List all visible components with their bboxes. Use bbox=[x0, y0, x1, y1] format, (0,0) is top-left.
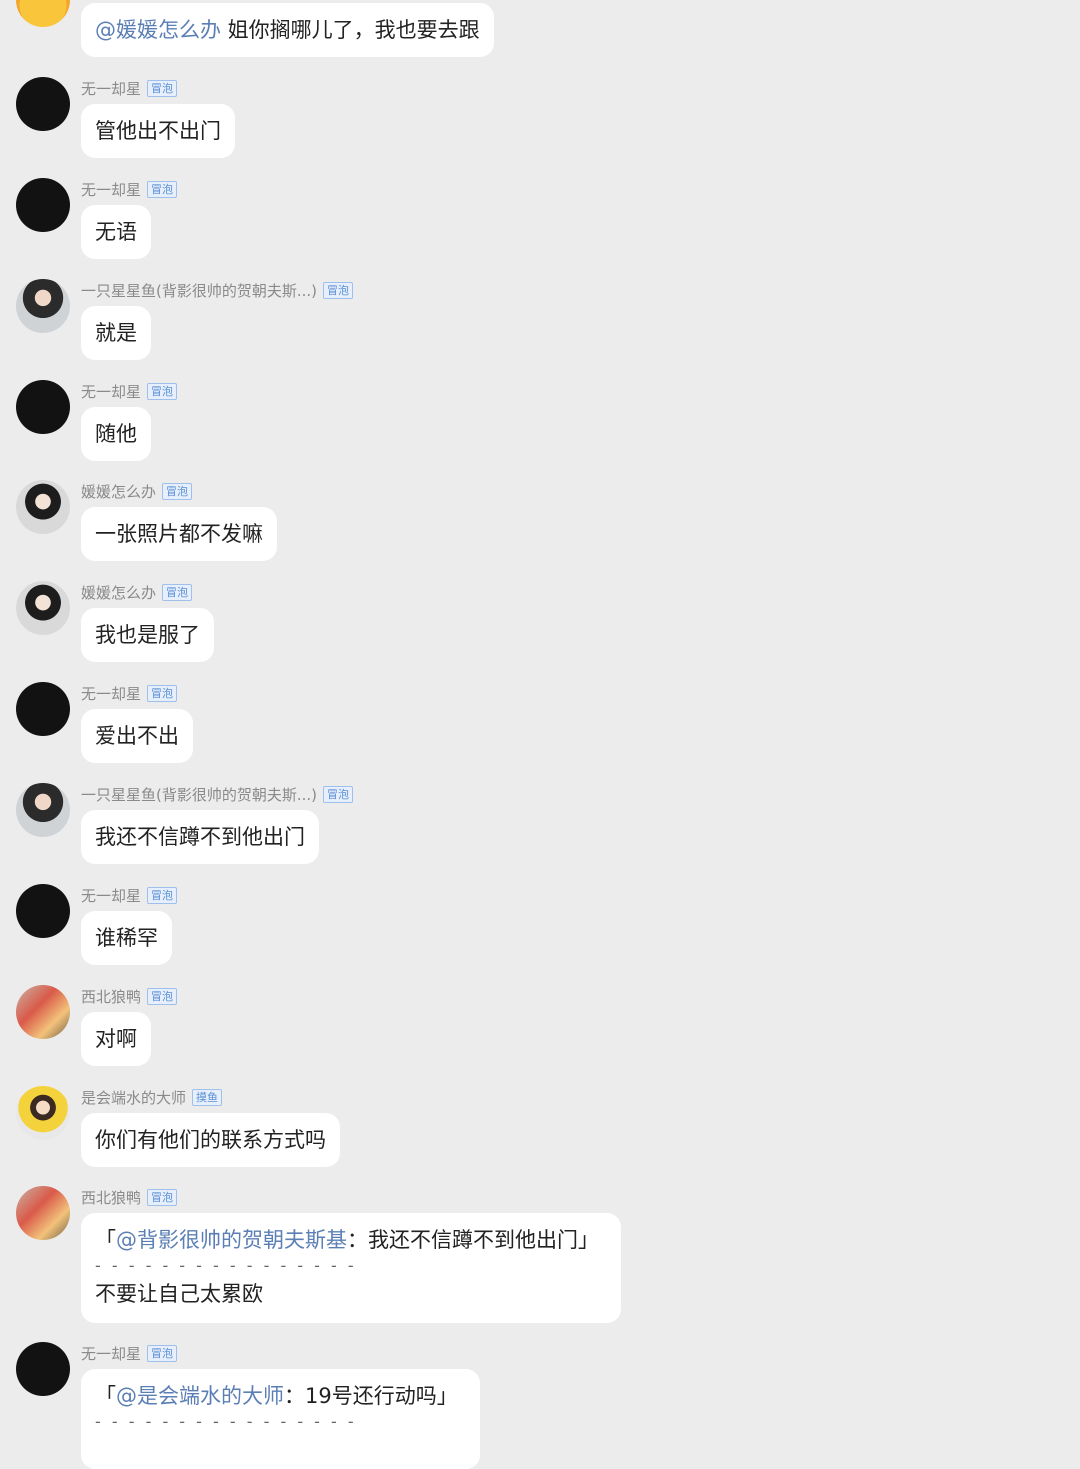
quote-divider: - - - - - - - - - - - - - - - - bbox=[95, 1412, 357, 1431]
sender-name[interactable]: 无一却星 bbox=[81, 179, 141, 200]
quote-bracket: 「 bbox=[95, 1228, 116, 1252]
sender-name[interactable]: 一只星星鱼(背影很帅的贺朝夫斯...) bbox=[81, 784, 317, 805]
person-avatar-icon[interactable] bbox=[16, 783, 70, 837]
yellow-bear-avatar-icon[interactable] bbox=[16, 0, 70, 27]
black-avatar-icon[interactable] bbox=[16, 380, 70, 434]
sender-name[interactable]: 无一却星 bbox=[81, 683, 141, 704]
member-badge: 冒泡 bbox=[323, 785, 354, 803]
member-badge: 摸鱼 bbox=[192, 1088, 223, 1106]
quote-bracket: 「 bbox=[95, 1384, 116, 1408]
mention-link[interactable]: @媛媛怎么办 bbox=[95, 18, 221, 42]
message-bubble[interactable]: 管他出不出门 bbox=[81, 104, 235, 158]
sender-name[interactable]: 是会端水的大师 bbox=[81, 1087, 186, 1108]
message-bubble[interactable]: 无语 bbox=[81, 205, 151, 259]
sender-name[interactable]: 西北狼鸭 bbox=[81, 1187, 141, 1208]
child-avatar-icon[interactable] bbox=[16, 1086, 70, 1140]
member-badge: 冒泡 bbox=[147, 684, 178, 702]
message-bubble[interactable]: 爱出不出 bbox=[81, 709, 193, 763]
message-bubble[interactable]: 谁稀罕 bbox=[81, 911, 172, 965]
quote-reply-bubble[interactable]: 「@是会端水的大师：19号还行动吗」 - - - - - - - - - - -… bbox=[81, 1369, 480, 1469]
sender-name[interactable]: 无一却星 bbox=[81, 885, 141, 906]
black-avatar-icon[interactable] bbox=[16, 1342, 70, 1396]
member-badge: 冒泡 bbox=[147, 382, 178, 400]
colorful-avatar-icon[interactable] bbox=[16, 985, 70, 1039]
black-avatar-icon[interactable] bbox=[16, 178, 70, 232]
person-avatar-icon[interactable] bbox=[16, 279, 70, 333]
message-bubble[interactable]: 我还不信蹲不到他出门 bbox=[81, 810, 319, 864]
mention-link[interactable]: @背影很帅的贺朝夫斯基 bbox=[116, 1228, 347, 1252]
message-bubble[interactable]: 一张照片都不发嘛 bbox=[81, 507, 277, 561]
quoted-text: ：我还不信蹲不到他出门」 bbox=[347, 1228, 599, 1252]
member-badge: 冒泡 bbox=[147, 987, 178, 1005]
member-badge: 冒泡 bbox=[147, 180, 178, 198]
message-text: 姐你搁哪儿了，我也要去跟 bbox=[221, 18, 480, 42]
girl-avatar-icon[interactable] bbox=[16, 480, 70, 534]
black-avatar-icon[interactable] bbox=[16, 884, 70, 938]
reply-text: 不要让自己太累欧 bbox=[95, 1282, 263, 1306]
black-avatar-icon[interactable] bbox=[16, 77, 70, 131]
message-bubble[interactable]: 你们有他们的联系方式吗 bbox=[81, 1113, 340, 1167]
member-badge: 冒泡 bbox=[162, 583, 193, 601]
quoted-message: 「@背影很帅的贺朝夫斯基：我还不信蹲不到他出门」 bbox=[95, 1223, 599, 1257]
mention-link[interactable]: @是会端水的大师 bbox=[116, 1384, 284, 1408]
sender-name[interactable]: 一只星星鱼(背影很帅的贺朝夫斯...) bbox=[81, 280, 317, 301]
quote-divider: - - - - - - - - - - - - - - - - bbox=[95, 1256, 357, 1275]
member-badge: 冒泡 bbox=[147, 1344, 178, 1362]
member-badge: 冒泡 bbox=[147, 1188, 178, 1206]
member-badge: 冒泡 bbox=[162, 482, 193, 500]
quoted-message: 「@是会端水的大师：19号还行动吗」 bbox=[95, 1379, 458, 1413]
sender-name[interactable]: 无一却星 bbox=[81, 1343, 141, 1364]
message-bubble[interactable]: 就是 bbox=[81, 306, 151, 360]
girl-avatar-icon[interactable] bbox=[16, 581, 70, 635]
quote-reply-bubble[interactable]: 「@背影很帅的贺朝夫斯基：我还不信蹲不到他出门」 - - - - - - - -… bbox=[81, 1213, 621, 1323]
member-badge: 冒泡 bbox=[147, 79, 178, 97]
message-bubble[interactable]: 我也是服了 bbox=[81, 608, 214, 662]
sender-name[interactable]: 媛媛怎么办 bbox=[81, 582, 156, 603]
member-badge: 冒泡 bbox=[323, 281, 354, 299]
message-bubble[interactable]: 随他 bbox=[81, 407, 151, 461]
quoted-text: ：19号还行动吗」 bbox=[284, 1384, 458, 1408]
sender-name[interactable]: 媛媛怎么办 bbox=[81, 481, 156, 502]
member-badge: 冒泡 bbox=[147, 886, 178, 904]
sender-name[interactable]: 西北狼鸭 bbox=[81, 986, 141, 1007]
colorful-avatar-icon[interactable] bbox=[16, 1186, 70, 1240]
message-bubble[interactable]: @媛媛怎么办 姐你搁哪儿了，我也要去跟 bbox=[81, 3, 494, 57]
sender-name[interactable]: 无一却星 bbox=[81, 381, 141, 402]
black-avatar-icon[interactable] bbox=[16, 682, 70, 736]
sender-name[interactable]: 无一却星 bbox=[81, 78, 141, 99]
message-bubble[interactable]: 对啊 bbox=[81, 1012, 151, 1066]
